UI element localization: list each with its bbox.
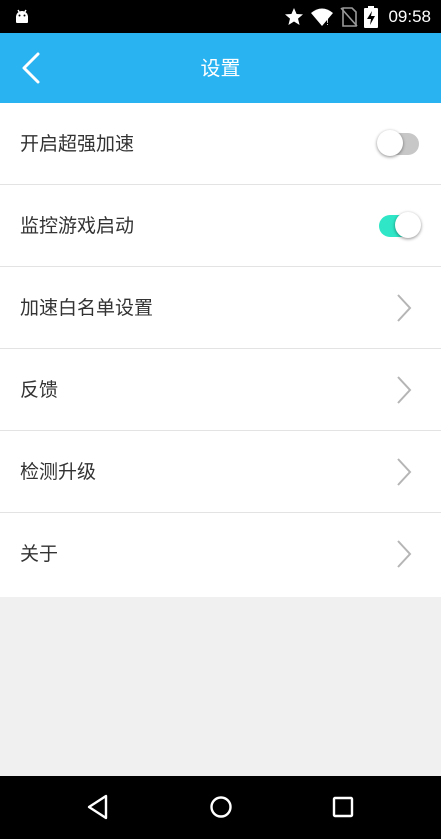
- setting-label: 关于: [20, 543, 59, 565]
- star-icon: [285, 7, 304, 25]
- setting-feedback[interactable]: 反馈: [0, 349, 441, 431]
- android-icon: [16, 9, 28, 23]
- chevron-right-icon: [397, 376, 412, 404]
- svg-text:!: !: [326, 18, 329, 27]
- setting-label: 反馈: [20, 379, 59, 401]
- toolbar: 设置: [0, 33, 441, 103]
- setting-label: 监控游戏启动: [20, 215, 135, 237]
- setting-about[interactable]: 关于: [0, 513, 441, 597]
- settings-list: 开启超强加速 监控游戏启动 加速白名单设置 反馈 检测升级 关于: [0, 103, 441, 597]
- no-sim-icon: [340, 6, 359, 27]
- setting-super-acceleration[interactable]: 开启超强加速: [0, 103, 441, 185]
- nav-bar: [0, 776, 441, 839]
- status-bar: ! 09:58: [0, 0, 441, 33]
- setting-check-update[interactable]: 检测升级: [0, 431, 441, 513]
- setting-whitelist[interactable]: 加速白名单设置: [0, 267, 441, 349]
- recents-square-icon[interactable]: [326, 790, 360, 824]
- chevron-right-icon: [397, 294, 412, 322]
- setting-monitor-game-launch[interactable]: 监控游戏启动: [0, 185, 441, 267]
- setting-label: 加速白名单设置: [20, 297, 154, 319]
- setting-label: 检测升级: [20, 461, 97, 483]
- battery-charging-icon: [364, 5, 379, 28]
- wifi-icon: !: [311, 8, 334, 27]
- chevron-right-icon: [397, 458, 412, 486]
- page-title: 设置: [200, 56, 241, 80]
- chevron-right-icon: [397, 540, 412, 568]
- super-acceleration-toggle[interactable]: [377, 130, 421, 158]
- status-clock: 09:58: [388, 6, 431, 26]
- back-chevron-icon[interactable]: [12, 48, 52, 88]
- monitor-game-launch-toggle[interactable]: [377, 212, 421, 240]
- home-circle-icon[interactable]: [204, 790, 238, 824]
- back-triangle-icon[interactable]: [81, 790, 115, 824]
- setting-label: 开启超强加速: [20, 133, 135, 155]
